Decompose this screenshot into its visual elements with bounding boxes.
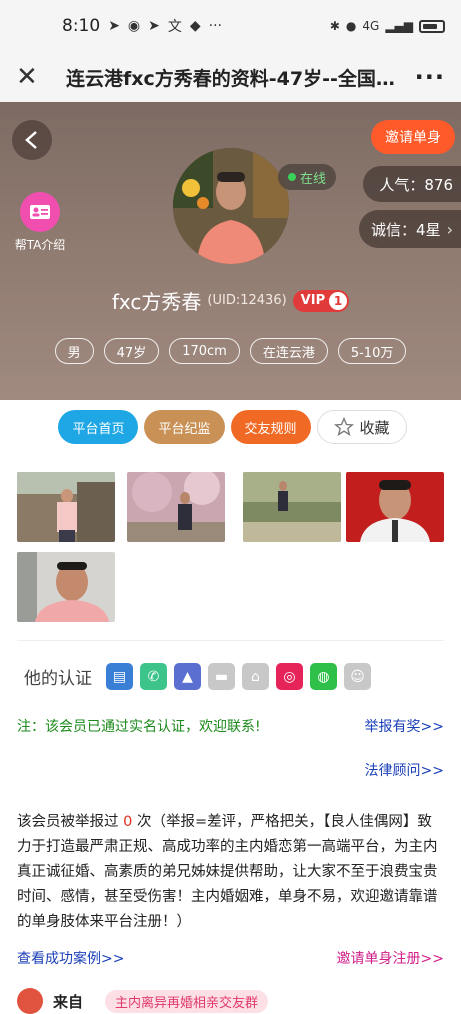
- introduce-label: 帮TA介绍: [14, 238, 66, 252]
- report-description: 该会员被举报过 0 次（举报=差评，严格把关，【良人佳偶网】致力于打造最严肃正规…: [17, 810, 445, 935]
- report-reward-link[interactable]: 举报有奖>>: [365, 716, 444, 736]
- star-icon: [333, 417, 354, 436]
- bottom-links: 查看成功案例>> 邀请单身注册>>: [17, 948, 444, 968]
- battery-icon: [419, 19, 445, 33]
- invite-single-button[interactable]: 邀请单身: [371, 120, 455, 154]
- more-menu-icon[interactable]: ···: [415, 63, 445, 91]
- avatar[interactable]: [173, 148, 289, 264]
- tag-location: 在连云港: [249, 338, 328, 364]
- vip-label: VIP: [300, 293, 326, 308]
- wechat-icon[interactable]: ◍: [310, 663, 337, 690]
- report-count: 0: [123, 814, 133, 830]
- tag-height: 170cm: [169, 338, 240, 364]
- report-prefix: 该会员被举报过: [17, 814, 124, 830]
- chevron-right-icon: ›: [446, 219, 453, 239]
- house-icon[interactable]: ⌂: [242, 663, 269, 690]
- profile-tags: 男 47岁 170cm 在连云港 5-10万: [0, 338, 461, 364]
- translate-icon: 文: [167, 19, 182, 35]
- popularity-badge: 人气：876: [363, 166, 461, 202]
- name-row: fxc方秀春 (UID:12436) VIP 1: [0, 286, 461, 315]
- education-icon[interactable]: ▲: [174, 663, 201, 690]
- vip-badge: VIP 1: [292, 289, 350, 312]
- vip-level: 1: [329, 291, 348, 310]
- action-buttons: 平台首页 平台纪监 交友规则 收藏: [0, 410, 461, 444]
- phone-icon[interactable]: ✆: [140, 663, 167, 690]
- platform-home-button[interactable]: 平台首页: [58, 410, 139, 444]
- invite-register-link[interactable]: 邀请单身注册>>: [337, 948, 444, 968]
- verified-notice: 注：该会员已通过实名认证，欢迎联系!: [17, 719, 261, 735]
- group-tag[interactable]: 主内离异再婚相亲交友群: [105, 989, 269, 1013]
- photo-thumbnail[interactable]: [346, 472, 444, 542]
- tag-age: 47岁: [103, 338, 160, 364]
- photo-thumbnail[interactable]: [17, 552, 115, 622]
- close-icon[interactable]: ✕: [16, 64, 56, 90]
- group-avatar: [17, 988, 43, 1014]
- legal-advisor-link[interactable]: 法律顾问>>: [365, 760, 444, 780]
- bluetooth-icon: ✱: [329, 19, 340, 33]
- platform-discipline-button[interactable]: 平台纪监: [144, 410, 225, 444]
- certification-row: 他的认证 ▤ ✆ ▲ ▬ ⌂ ◎ ◍ ☺: [24, 663, 371, 690]
- contact-card-icon: [20, 192, 60, 232]
- tag-income: 5-10万: [337, 338, 407, 364]
- photo-thumbnail[interactable]: [17, 472, 115, 542]
- shield-icon: ◆: [189, 18, 201, 34]
- section-divider: [17, 640, 444, 641]
- weibo-icon: ◉: [127, 18, 141, 34]
- report-suffix: 次（举报=差评，严格把关，【良人佳偶网】致力于打造最严肃正规、高成功率的主内婚恋…: [17, 814, 438, 930]
- car-icon[interactable]: ▬: [208, 663, 235, 690]
- id-card-icon[interactable]: ▤: [106, 663, 133, 690]
- profile-uid: (UID:12436): [207, 293, 287, 308]
- status-time: 8:10: [62, 16, 101, 36]
- notice-row: 注：该会员已通过实名认证，欢迎联系! 举报有奖>>: [17, 716, 444, 736]
- location-icon: ●: [345, 19, 357, 33]
- signal-bars-icon: ▂▄▆: [385, 19, 413, 33]
- tag-gender: 男: [54, 338, 94, 364]
- send-icon: ➤: [148, 18, 160, 34]
- photo-thumbnail[interactable]: [243, 472, 341, 542]
- page-title: 连云港fxc方秀春的资料-47岁--全国主内婚恋网: [66, 67, 397, 90]
- profile-header: 邀请单身 帮TA介绍 在线 人气：876 诚信：4星 › fxc方秀春 (UID…: [0, 102, 461, 400]
- profile-name: fxc方秀春: [111, 290, 202, 314]
- weibo-icon[interactable]: ◎: [276, 663, 303, 690]
- credit-button[interactable]: 诚信：4星 ›: [359, 210, 461, 248]
- status-bar: 8:10 ➤ ◉ ➤ 文 ◆ ··· ✱ ● 4G ▂▄▆: [0, 0, 461, 52]
- more-dots-icon: ···: [208, 18, 223, 34]
- from-label: 来自: [53, 992, 84, 1011]
- certification-title: 他的认证: [24, 669, 92, 689]
- back-button[interactable]: [12, 120, 52, 160]
- signal-icon: 4G: [362, 19, 380, 33]
- online-label: 在线: [300, 171, 327, 187]
- title-bar: ✕ 连云港fxc方秀春的资料-47岁--全国主内婚恋网 ···: [0, 52, 461, 102]
- online-status-badge: 在线: [278, 164, 337, 190]
- success-cases-link[interactable]: 查看成功案例>>: [17, 948, 124, 968]
- introduce-button[interactable]: 帮TA介绍: [10, 192, 70, 253]
- credit-label: 诚信：4星: [371, 220, 441, 239]
- send-icon: ➤: [108, 18, 120, 34]
- favorite-button[interactable]: 收藏: [316, 410, 407, 444]
- dating-rules-button[interactable]: 交友规则: [230, 410, 311, 444]
- from-section: 来自 主内离异再婚相亲交友群: [17, 988, 444, 1014]
- favorite-label: 收藏: [359, 418, 390, 437]
- person-icon[interactable]: ☺: [344, 663, 371, 690]
- photo-thumbnail[interactable]: [127, 472, 225, 542]
- online-dot-icon: [288, 173, 296, 181]
- chevron-left-icon: [25, 131, 37, 149]
